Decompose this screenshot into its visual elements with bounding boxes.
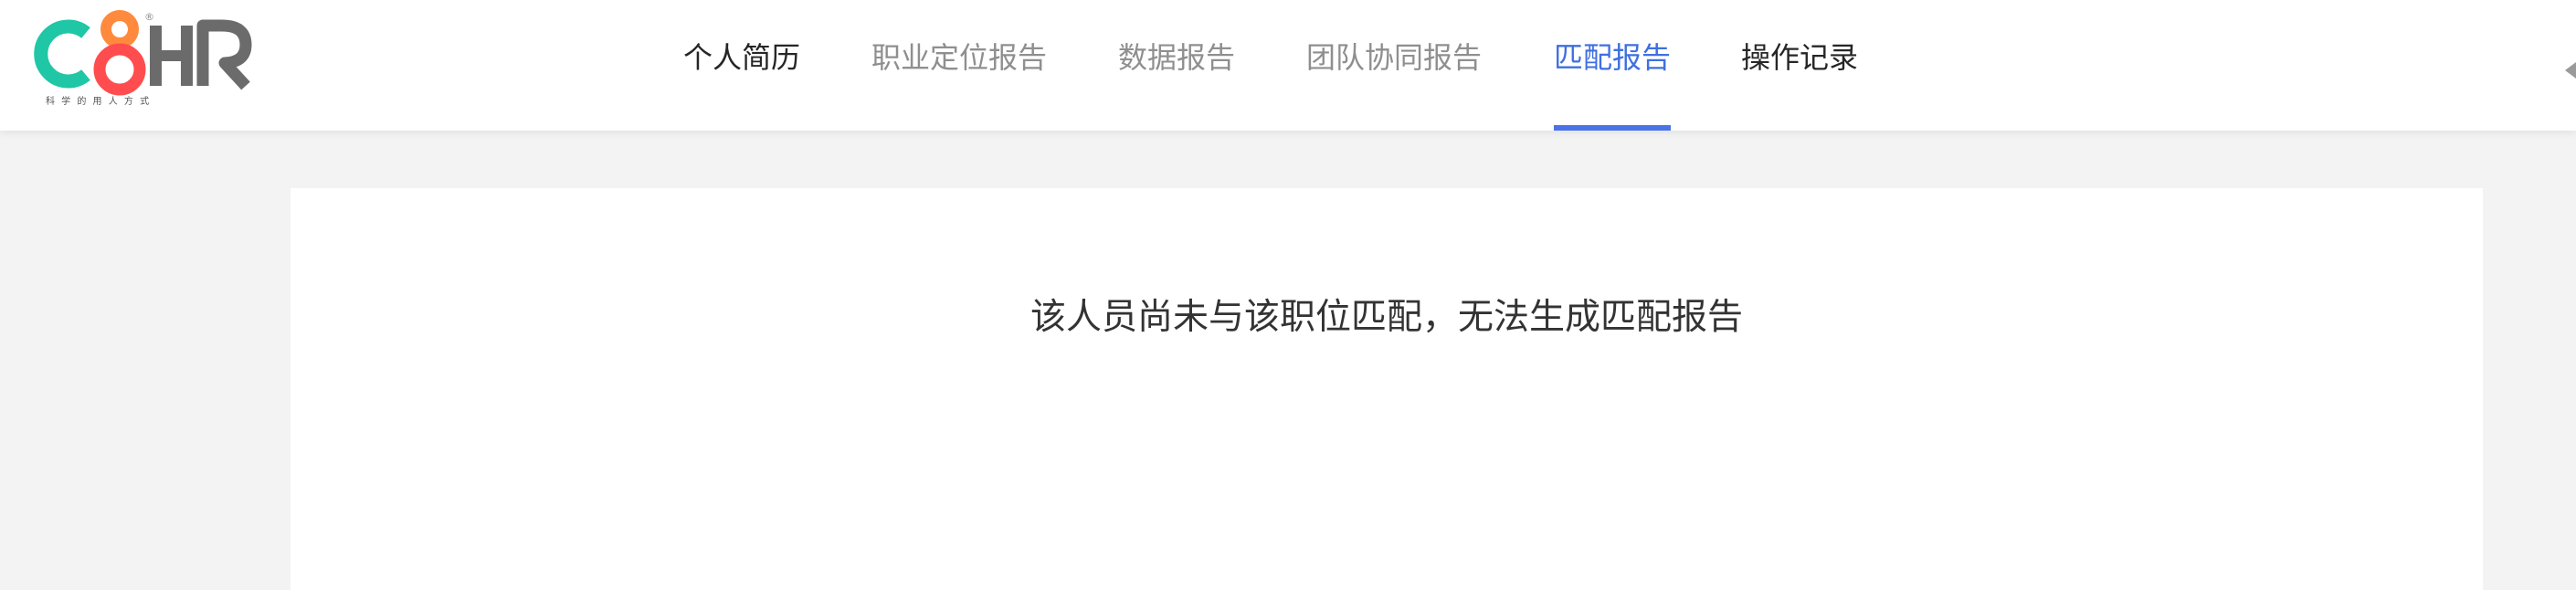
tab-data-report[interactable]: 数据报告 [1118,0,1235,131]
tab-career-positioning-report[interactable]: 职业定位报告 [871,0,1047,131]
report-tabs: 个人简历 职业定位报告 数据报告 团队协同报告 匹配报告 操作记录 [0,0,2576,131]
tab-match-report[interactable]: 匹配报告 [1554,0,1672,131]
tab-operation-log[interactable]: 操作记录 [1741,0,1858,131]
collapse-arrow-icon[interactable] [2565,62,2576,79]
tab-team-collaboration-report[interactable]: 团队协同报告 [1306,0,1482,131]
tab-resume[interactable]: 个人简历 [683,0,800,131]
empty-state-message: 该人员尚未与该职位匹配，无法生成匹配报告 [1029,297,1743,338]
top-header: ® 科 学 的 用 人 方 式 个人简历 职业定位报告 数据报告 团队协同报告 … [0,0,2576,131]
report-panel: 该人员尚未与该职位匹配，无法生成匹配报告 [290,188,2483,590]
